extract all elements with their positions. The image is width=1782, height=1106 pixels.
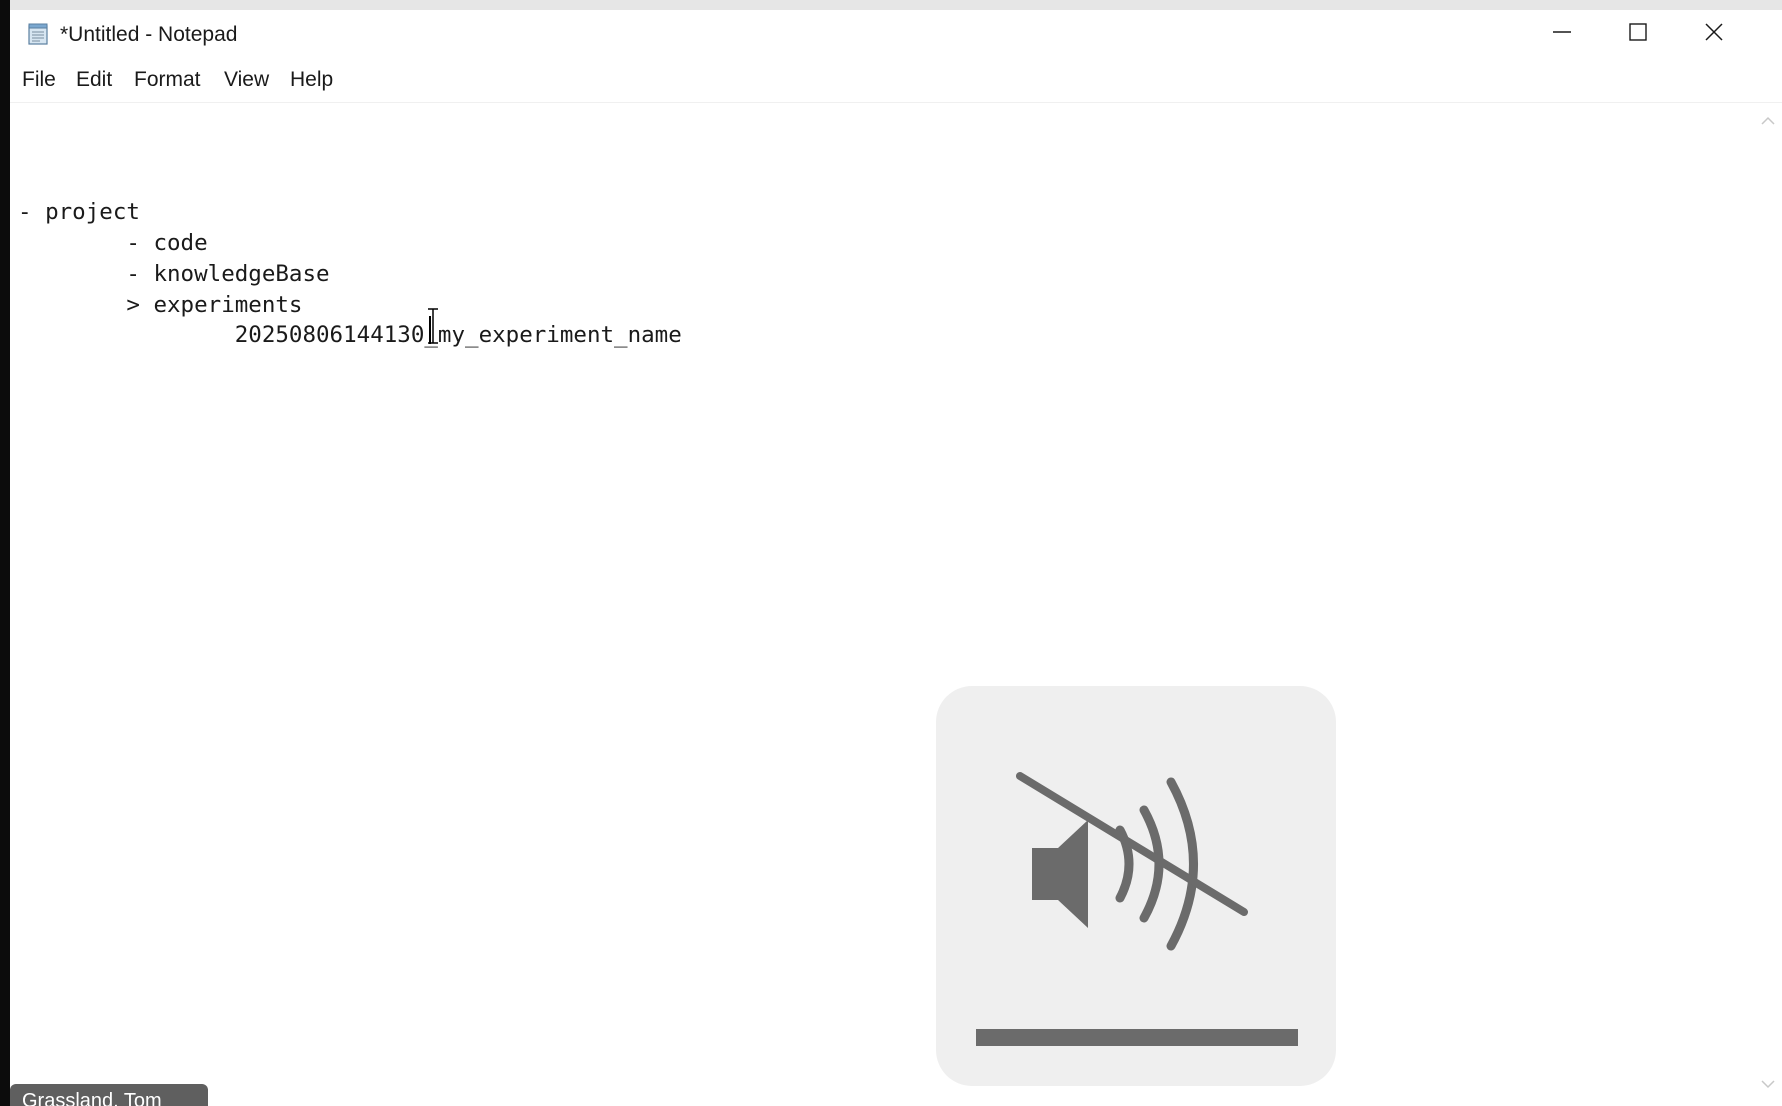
menu-view[interactable]: View (224, 68, 269, 92)
screen: *Untitled - Notepad File Edit Format Vie… (0, 0, 1782, 1106)
menu-format[interactable]: Format (134, 68, 201, 92)
vertical-scrollbar[interactable] (1752, 103, 1782, 1106)
minimize-button[interactable] (1524, 10, 1600, 58)
volume-overlay (936, 686, 1336, 1086)
menu-file[interactable]: File (22, 68, 56, 92)
close-button[interactable] (1676, 10, 1752, 58)
editor-line: - knowledgeBase (18, 261, 330, 287)
ibeam-cursor-icon (426, 306, 440, 346)
menu-help[interactable]: Help (290, 68, 333, 92)
scroll-up-icon[interactable] (1760, 113, 1776, 129)
close-icon (1704, 22, 1724, 47)
volume-level-bar (976, 1029, 1298, 1046)
maximize-icon (1628, 22, 1648, 47)
top-strip (0, 0, 1782, 10)
minimize-icon (1552, 22, 1572, 47)
window-title: *Untitled - Notepad (60, 23, 238, 46)
text-editor[interactable]: - project - code - knowledgeBase > exper… (10, 103, 1752, 1106)
left-edge (0, 0, 10, 1106)
volume-muted-icon (1016, 766, 1256, 956)
notepad-window: *Untitled - Notepad File Edit Format Vie… (10, 10, 1782, 1106)
editor-line: - code (18, 230, 208, 256)
speaker-name-tag: Grassland, Tom (10, 1084, 208, 1106)
menu-bar: File Edit Format View Help (10, 58, 1782, 103)
title-bar[interactable]: *Untitled - Notepad (10, 10, 1782, 58)
maximize-button[interactable] (1600, 10, 1676, 58)
scroll-down-icon[interactable] (1760, 1076, 1776, 1092)
speaker-name: Grassland, Tom (22, 1090, 162, 1106)
editor-line: - project (18, 199, 140, 225)
menu-edit[interactable]: Edit (76, 68, 112, 92)
editor-line: 20250806144130_my_experiment_name (18, 322, 682, 348)
notepad-icon (26, 23, 50, 45)
editor-line: > experiments (18, 292, 303, 318)
